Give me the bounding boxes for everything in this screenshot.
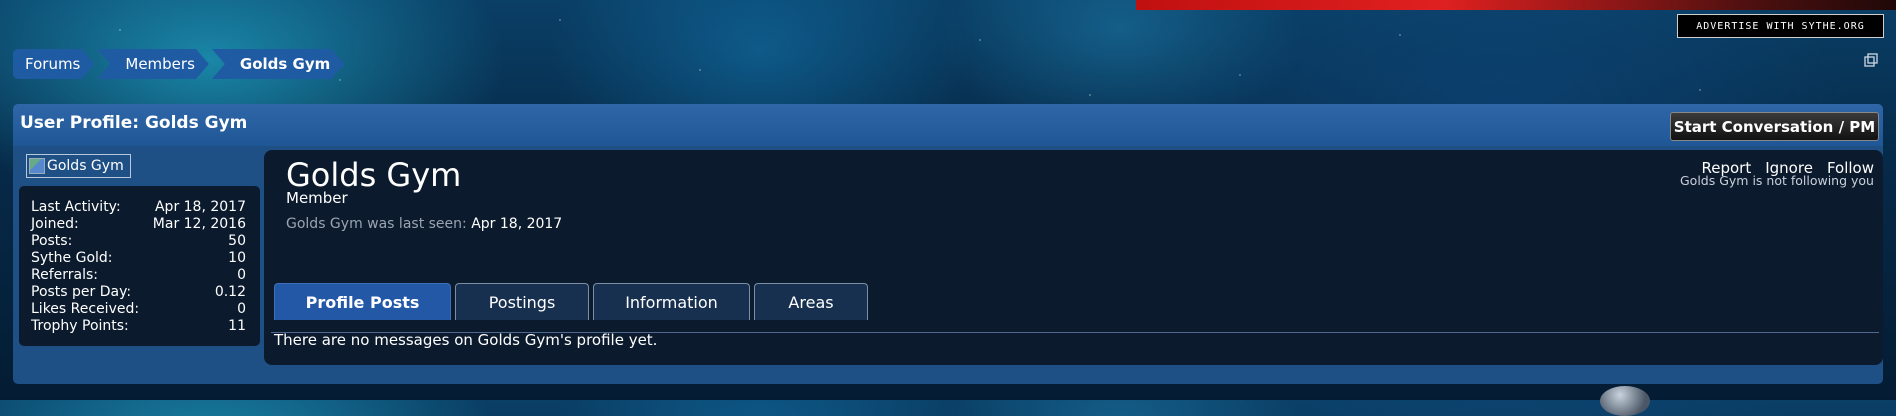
last-seen: Golds Gym was last seen: Apr 18, 2017 — [286, 216, 562, 232]
title-bar — [13, 104, 1883, 146]
tab-postings[interactable]: Postings — [455, 283, 589, 320]
tab-profile-posts[interactable]: Profile Posts — [274, 283, 451, 320]
stat-value[interactable]: 11 — [228, 318, 246, 335]
stat-posts: Posts: 50 — [31, 233, 246, 250]
tab-information[interactable]: Information — [593, 283, 750, 320]
last-seen-label: Golds Gym was last seen: — [286, 216, 467, 232]
user-title: Member — [286, 189, 348, 207]
stat-sythe-gold: Sythe Gold: 10 — [31, 250, 246, 267]
last-seen-date: Apr 18, 2017 — [471, 216, 563, 232]
stat-referrals: Referrals: 0 — [31, 267, 246, 284]
stats-list: Last Activity: Apr 18, 2017 Joined: Mar 12… — [31, 199, 246, 335]
stat-label: Likes Received: — [31, 301, 140, 317]
breadcrumb-forums[interactable]: Forums — [13, 49, 94, 79]
page-title: User Profile: Golds Gym — [20, 113, 248, 133]
advertise-link[interactable]: Advertise with Sythe.org — [1677, 14, 1884, 38]
follow-status: Golds Gym is not following you — [1679, 173, 1874, 188]
stat-value: 50 — [228, 233, 246, 249]
stat-label: Posts per Day: — [31, 284, 132, 300]
stat-value: 10 — [228, 250, 246, 266]
stat-value: Mar 12, 2016 — [152, 216, 246, 232]
stat-label: Last Activity: — [31, 199, 121, 215]
stat-posts-per-day: Posts per Day: 0.12 — [31, 284, 246, 301]
stat-value: Apr 18, 2017 — [154, 199, 246, 215]
stat-value: 0 — [237, 267, 246, 283]
stat-last-activity: Last Activity: Apr 18, 2017 — [31, 199, 246, 216]
start-conversation-button[interactable]: Start Conversation / PM — [1670, 112, 1879, 141]
breadcrumb-current[interactable]: Golds Gym — [212, 49, 344, 79]
breadcrumb: Forums Members Golds Gym — [13, 49, 347, 79]
broken-image-icon — [29, 158, 45, 174]
tab-areas[interactable]: Areas — [754, 283, 868, 320]
popout-icon[interactable] — [1864, 53, 1878, 67]
stat-label: Trophy Points: — [31, 318, 129, 334]
stat-label: Sythe Gold: — [31, 250, 113, 266]
avatar[interactable]: Golds Gym — [26, 154, 131, 178]
stat-trophy-points: Trophy Points: 11 — [31, 318, 246, 335]
stat-label: Joined: — [31, 216, 79, 232]
stat-likes-received: Likes Received: 0 — [31, 301, 246, 318]
profile-tabs: Profile Posts Postings Information Areas — [274, 283, 868, 321]
stat-label: Posts: — [31, 233, 73, 249]
stat-joined: Joined: Mar 12, 2016 — [31, 216, 246, 233]
breadcrumb-members[interactable]: Members — [97, 49, 209, 79]
stat-value: 0 — [237, 301, 246, 317]
top-ad-banner[interactable] — [1136, 0, 1896, 10]
stat-value: 0.12 — [214, 284, 246, 300]
planet-decoration — [1600, 386, 1650, 416]
avatar-alt-text: Golds Gym — [47, 158, 124, 174]
stat-label: Referrals: — [31, 267, 98, 283]
no-messages-text: There are no messages on Golds Gym's pro… — [274, 331, 658, 349]
